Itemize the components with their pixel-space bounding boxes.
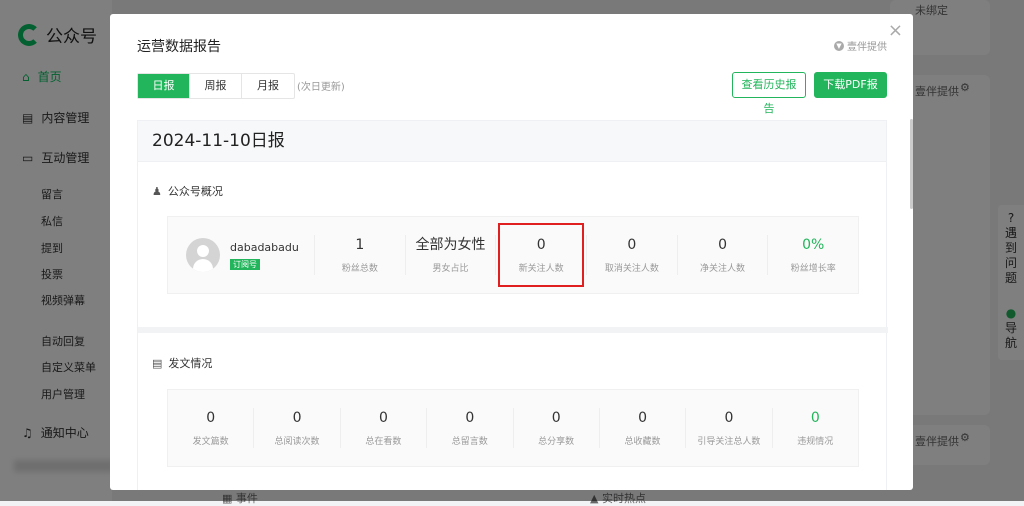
l: 总收藏数 [624, 437, 661, 447]
l: 发文篇数 [192, 437, 229, 447]
posts-stats: 0 发文篇数 0 总阅读次数 0 总在看数 0 总留言数 0 总分享数 0 总收藏数 0 引导… [167, 389, 859, 467]
section-divider [138, 327, 888, 333]
v: 0 [724, 410, 734, 426]
tab-daily[interactable]: 日报 [138, 74, 190, 98]
overview-title: ♟ 公众号概况 [152, 183, 223, 199]
v: 0 [551, 410, 561, 426]
v: 0 [638, 410, 648, 426]
stat-unfollows: 0 取消关注人数 [586, 235, 677, 275]
yiban-logo-icon: ▼ [834, 40, 844, 51]
provider-text: 壹伴提供 [847, 42, 887, 53]
v: 0 [292, 410, 302, 426]
l: 总在看数 [365, 437, 402, 447]
stat-comments: 0 总留言数 [426, 408, 512, 448]
stat-gender-ratio: 全部为女性 男女占比 [404, 235, 496, 275]
v: 0% [802, 237, 825, 253]
v: 全部为女性 [415, 237, 486, 253]
tab-weekly[interactable]: 周报 [190, 74, 242, 98]
provider-label: ▼ 壹伴提供 [834, 38, 887, 53]
report-modal: 运营数据报告 × ▼ 壹伴提供 日报 周报 月报 (次日更新) 查看历史报告 下载… [110, 14, 913, 490]
update-note: (次日更新) [297, 82, 345, 93]
close-icon[interactable]: × [888, 20, 903, 41]
v: 0 [718, 237, 727, 253]
account-name: dabadabadu [230, 240, 299, 254]
l: 总留言数 [451, 437, 488, 447]
l: 男女占比 [432, 264, 469, 274]
l: 取消关注人数 [604, 264, 659, 274]
stat-guided-follows: 0 引导关注总人数 [685, 408, 771, 448]
t: 公众号概况 [167, 185, 223, 198]
download-pdf-button[interactable]: 下载PDF报告 [814, 72, 887, 115]
stat-violations: 0 违规情况 [771, 408, 858, 448]
report-content: 2024-11-10日报 ♟ 公众号概况 dabadabadu 订阅号 1 粉丝总数 … [137, 120, 888, 490]
stat-growth-rate: 0% 粉丝增长率 [767, 235, 858, 275]
stat-posts: 0 发文篇数 [168, 408, 253, 448]
overview-stats: dabadabadu 订阅号 1 粉丝总数 全部为女性男女占比 0 新关注人数 0 取消… [167, 216, 859, 294]
stat-favorites: 0 总收藏数 [598, 408, 685, 448]
l: 总阅读次数 [274, 437, 320, 447]
v: 0 [536, 237, 546, 253]
t: 发文情况 [168, 357, 213, 370]
l: 违规情况 [797, 437, 834, 447]
l: 总分享数 [538, 437, 575, 447]
l: 净关注人数 [700, 264, 746, 274]
l: 粉丝总数 [341, 264, 378, 274]
account-profile: dabadabadu 订阅号 [168, 238, 314, 272]
stat-likes: 0 总在看数 [339, 408, 426, 448]
v: 0 [206, 410, 216, 426]
account-type-badge: 订阅号 [230, 258, 260, 270]
modal-title: 运营数据报告 [137, 39, 221, 55]
l: 引导关注总人数 [697, 437, 761, 447]
l: 粉丝增长率 [790, 264, 836, 274]
v: 0 [627, 237, 637, 253]
posts-title: ▤ 发文情况 [152, 355, 212, 371]
history-report-button[interactable]: 查看历史报告 [732, 72, 806, 115]
v: 0 [810, 410, 820, 426]
l: 新关注人数 [518, 264, 564, 274]
v: 0 [378, 410, 388, 426]
stat-shares: 0 总分享数 [512, 408, 599, 448]
v: 1 [355, 237, 365, 253]
v: 0 [465, 410, 475, 426]
stat-total-fans: 1 粉丝总数 [314, 235, 405, 275]
report-tabs: 日报 周报 月报 [137, 73, 295, 99]
stat-new-followers: 0 新关注人数 [495, 223, 586, 287]
report-title: 2024-11-10日报 [138, 121, 886, 162]
article-icon: ▤ [152, 356, 163, 370]
user-icon: ♟ [152, 184, 162, 198]
scrollbar[interactable] [910, 119, 913, 209]
highlight-box: 0 新关注人数 [498, 223, 584, 287]
stat-reads: 0 总阅读次数 [253, 408, 339, 448]
tab-monthly[interactable]: 月报 [242, 74, 294, 98]
avatar [186, 238, 220, 272]
stat-net-followers: 0 净关注人数 [676, 235, 768, 275]
